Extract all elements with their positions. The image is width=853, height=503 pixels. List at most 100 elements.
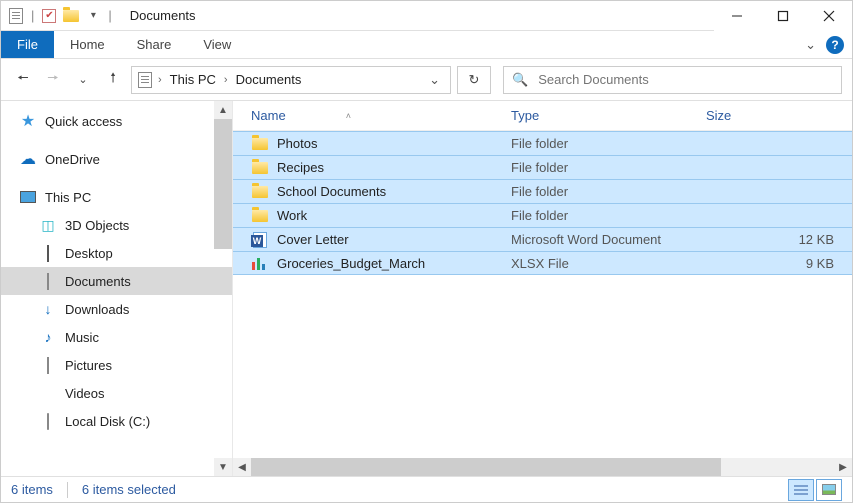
breadcrumb-item[interactable]: This PC [166,72,220,87]
file-type: File folder [511,160,706,175]
title-bar: | ✔ ▾ | Documents [1,1,852,31]
file-size: 12 KB [706,232,852,247]
maximize-button[interactable] [760,1,806,31]
folder-icon [251,183,269,201]
sidebar-item[interactable]: Pictures [1,351,232,379]
pc-icon [19,188,37,206]
sidebar-item[interactable]: Desktop [1,239,232,267]
sort-indicator-icon: ˄ [346,111,351,121]
file-size: 9 KB [706,256,852,271]
checkbox-icon[interactable]: ✔ [40,7,58,25]
sidebar-item[interactable]: Videos [1,379,232,407]
sidebar-label: Music [65,330,99,345]
tab-file[interactable]: File [1,31,54,58]
folder-icon [251,207,269,225]
file-row[interactable]: Cover Letter Microsoft Word Document 12 … [233,227,852,251]
sidebar-label: Desktop [65,246,113,261]
thumbnails-view-button[interactable] [816,479,842,501]
star-icon: ★ [19,112,37,130]
folder-icon [251,159,269,177]
scrollbar-track[interactable] [251,458,834,476]
file-name: Work [277,208,307,223]
column-name-header[interactable]: Name ˄ [251,108,511,123]
file-name: Cover Letter [277,232,349,247]
download-icon: ↓ [45,301,52,317]
up-button[interactable]: 🠕 [101,68,125,92]
sidebar-label: Documents [65,274,131,289]
chevron-down-icon[interactable]: ⌄ [805,37,816,53]
help-button[interactable]: ? [826,36,844,54]
sidebar-label: Local Disk (C:) [65,414,150,429]
sidebar-label: Downloads [65,302,129,317]
sidebar-label: This PC [45,190,91,205]
monitor-icon [47,246,49,261]
folder-icon [62,7,80,25]
page-icon [47,274,49,289]
sidebar-item[interactable]: ↓ Downloads [1,295,232,323]
scroll-right-button[interactable]: ▶ [834,458,852,476]
file-row[interactable]: Work File folder [233,203,852,227]
breadcrumb-item[interactable]: Documents [232,72,306,87]
page-icon [7,7,25,25]
sidebar-label: Pictures [65,358,112,373]
sidebar-this-pc[interactable]: This PC [1,183,232,211]
column-type-header[interactable]: Type [511,108,706,123]
search-box[interactable]: 🔍 [503,66,842,94]
sidebar-item[interactable]: ◫3D Objects [1,211,232,239]
sidebar-label: 3D Objects [65,218,129,233]
chevron-right-icon[interactable]: › [158,74,162,86]
file-row[interactable]: Photos File folder [233,131,852,155]
scroll-down-button[interactable]: ▼ [214,458,232,476]
column-headers: Name ˄ Type Size [233,101,852,131]
details-view-button[interactable] [788,479,814,501]
back-button[interactable]: 🠔 [11,68,35,92]
sidebar-item[interactable]: Documents [1,267,232,295]
window-title: Documents [130,8,196,23]
file-type: File folder [511,136,706,151]
page-icon [136,71,154,89]
sidebar-item[interactable]: Local Disk (C:) [1,407,232,435]
file-row[interactable]: Recipes File folder [233,155,852,179]
file-list-pane: Name ˄ Type Size Photos File folder Reci… [233,101,852,476]
folder-icon [251,135,269,153]
separator [67,482,68,498]
tab-view[interactable]: View [187,31,247,58]
chart-icon [251,254,269,272]
search-input[interactable] [538,72,833,87]
forward-button[interactable]: 🠖 [41,68,65,92]
picture-icon [47,358,49,373]
file-type: Microsoft Word Document [511,232,706,247]
tab-share[interactable]: Share [121,31,188,58]
file-name: Groceries_Budget_March [277,256,425,271]
sidebar-quick-access[interactable]: ★ Quick access [1,107,232,135]
refresh-button[interactable]: ↻ [457,66,491,94]
file-type: File folder [511,184,706,199]
address-bar[interactable]: › This PC › Documents ⌄ [131,66,451,94]
file-type: XLSX File [511,256,706,271]
sidebar-onedrive[interactable]: ☁ OneDrive [1,145,232,173]
scroll-up-button[interactable]: ▲ [214,101,232,119]
sidebar-label: Quick access [45,114,122,129]
column-label: Name [251,108,286,123]
nav-bar: 🠔 🠖 ⌄ 🠕 › This PC › Documents ⌄ ↻ 🔍 [1,59,852,101]
sidebar-item[interactable]: ♪Music [1,323,232,351]
address-dropdown[interactable]: ⌄ [423,72,446,88]
file-name: Recipes [277,160,324,175]
column-size-header[interactable]: Size [706,108,731,123]
scrollbar-thumb[interactable] [214,119,232,249]
disk-icon [47,414,49,429]
navigation-pane: ▲ ▼ ★ Quick access ☁ OneDrive This PC ◫3… [1,101,233,476]
ribbon: File Home Share View ⌄ ? [1,31,852,59]
chevron-right-icon[interactable]: › [224,74,228,86]
minimize-button[interactable] [714,1,760,31]
scrollbar-thumb[interactable] [251,458,721,476]
file-row[interactable]: School Documents File folder [233,179,852,203]
recent-dropdown[interactable]: ⌄ [71,68,95,92]
file-row[interactable]: Groceries_Budget_March XLSX File 9 KB [233,251,852,275]
tab-home[interactable]: Home [54,31,121,58]
close-button[interactable] [806,1,852,31]
scroll-left-button[interactable]: ◀ [233,458,251,476]
status-bar: 6 items 6 items selected [1,476,852,502]
chevron-down-icon[interactable]: ▾ [84,7,102,25]
search-icon: 🔍 [512,72,528,88]
